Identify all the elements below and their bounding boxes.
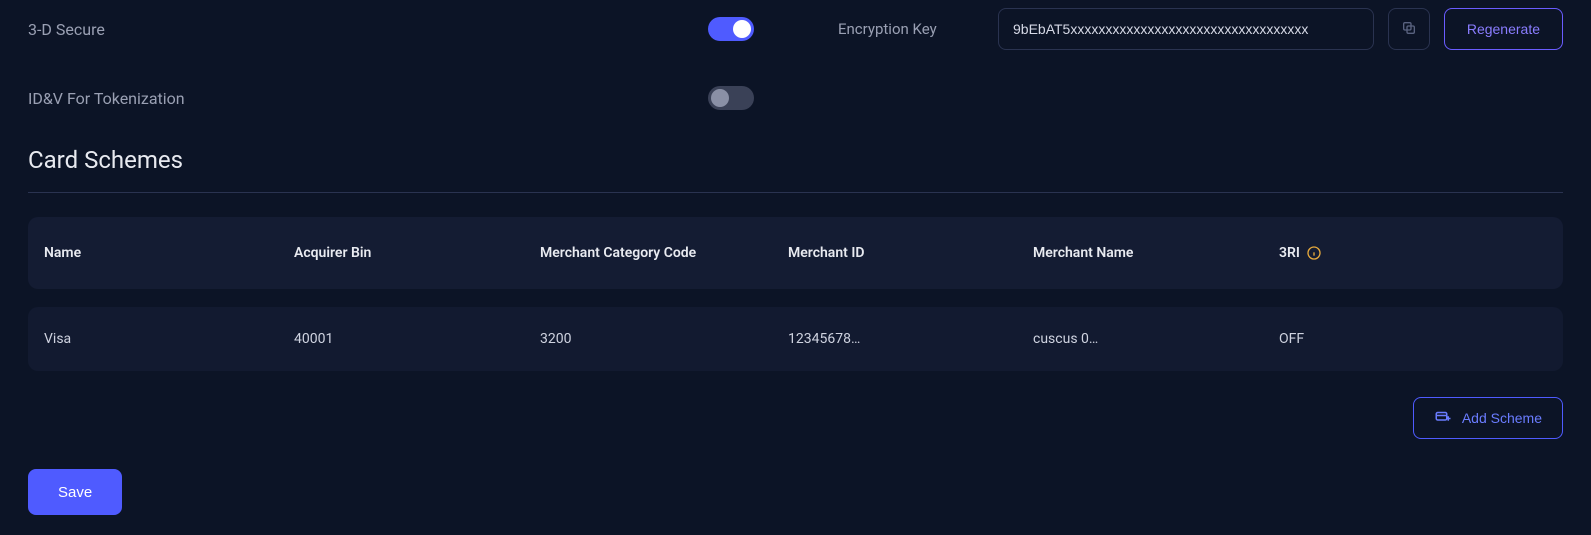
three-d-secure-row: 3-D Secure Encryption Key Regenerate [28, 8, 1563, 50]
idv-tokenization-toggle[interactable] [708, 86, 754, 110]
cell-acquirer-bin: 40001 [294, 331, 540, 347]
copy-icon [1401, 20, 1417, 39]
regenerate-button[interactable]: Regenerate [1444, 8, 1563, 50]
col-header-3ri: 3RI [1279, 245, 1547, 261]
col-header-mcc: Merchant Category Code [540, 245, 788, 261]
col-header-merchant-name: Merchant Name [1033, 245, 1279, 261]
cell-merchant-name: cuscus 0… [1033, 331, 1279, 347]
idv-tokenization-row: ID&V For Tokenization [28, 86, 1563, 110]
col-header-acquirer-bin: Acquirer Bin [294, 245, 540, 261]
add-card-icon [1434, 408, 1452, 429]
cell-name: Visa [44, 331, 294, 347]
idv-tokenization-label: ID&V For Tokenization [28, 89, 708, 108]
encryption-key-label: Encryption Key [838, 20, 988, 38]
info-icon[interactable] [1306, 245, 1322, 261]
col-header-merchant-id: Merchant ID [788, 245, 1033, 261]
add-scheme-button[interactable]: Add Scheme [1413, 397, 1563, 439]
cell-3ri: OFF [1279, 331, 1547, 347]
toggle-knob [711, 89, 729, 107]
table-header: Name Acquirer Bin Merchant Category Code… [28, 217, 1563, 289]
col-header-3ri-label: 3RI [1279, 245, 1300, 261]
three-d-secure-label: 3-D Secure [28, 20, 708, 39]
encryption-key-input[interactable] [998, 8, 1374, 50]
toggle-knob [733, 20, 751, 38]
add-scheme-label: Add Scheme [1462, 410, 1542, 426]
col-header-name: Name [44, 245, 294, 261]
save-row: Save [28, 469, 1563, 515]
save-button[interactable]: Save [28, 469, 122, 515]
section-divider [28, 192, 1563, 193]
card-schemes-table: Name Acquirer Bin Merchant Category Code… [28, 217, 1563, 371]
cell-mcc: 3200 [540, 331, 788, 347]
copy-encryption-key-button[interactable] [1388, 8, 1430, 50]
three-d-secure-toggle[interactable] [708, 17, 754, 41]
table-actions: Add Scheme [28, 397, 1563, 439]
table-row[interactable]: Visa 40001 3200 12345678… cuscus 0… OFF [28, 307, 1563, 371]
cell-merchant-id: 12345678… [788, 331, 1033, 347]
card-schemes-title: Card Schemes [28, 146, 1563, 174]
